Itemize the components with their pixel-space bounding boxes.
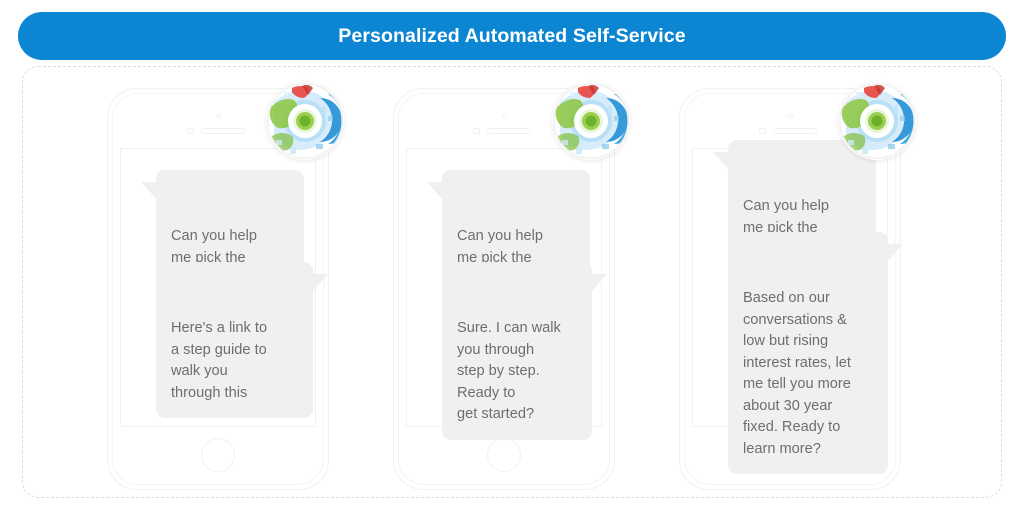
bubble-tail bbox=[427, 182, 444, 201]
sensor-icon bbox=[759, 128, 766, 134]
home-button[interactable] bbox=[487, 438, 521, 472]
chat-bubble-bot: Here's a link to a step guide to walk yo… bbox=[156, 262, 328, 418]
phones-row: Can you help me pick the right Insurance… bbox=[22, 66, 1002, 498]
speaker-icon bbox=[487, 128, 531, 134]
bubble-tail bbox=[311, 274, 328, 293]
eye-logo-icon bbox=[838, 82, 916, 160]
page-title: Personalized Automated Self-Service bbox=[338, 24, 686, 47]
home-button[interactable] bbox=[201, 438, 235, 472]
camera-icon bbox=[215, 114, 221, 119]
eye-logo-icon bbox=[552, 82, 630, 160]
infographic-root: Personalized Automated Self-Service Can … bbox=[0, 0, 1024, 513]
header-banner: Personalized Automated Self-Service bbox=[18, 12, 1006, 60]
chat-bubble-text: Sure. I can walk you through step by ste… bbox=[457, 320, 561, 422]
chat-bubble-text: Based on our conversations & low but ris… bbox=[743, 290, 851, 457]
sensor-icon bbox=[187, 128, 194, 134]
eye-logo-icon bbox=[266, 82, 344, 160]
bubble-tail bbox=[886, 244, 903, 263]
bubble-tail bbox=[141, 182, 158, 201]
camera-icon bbox=[787, 114, 793, 119]
bubble-tail bbox=[713, 152, 730, 171]
sensor-icon bbox=[473, 128, 480, 134]
speaker-icon bbox=[201, 128, 245, 134]
camera-icon bbox=[501, 114, 507, 119]
chat-bubble-text: Here's a link to a step guide to walk yo… bbox=[171, 320, 268, 401]
chat-bubble-bot: Based on our conversations & low but ris… bbox=[728, 232, 903, 474]
speaker-icon bbox=[773, 128, 817, 134]
chat-bubble-bot: Sure. I can walk you through step by ste… bbox=[442, 262, 607, 440]
bubble-tail bbox=[590, 274, 607, 293]
